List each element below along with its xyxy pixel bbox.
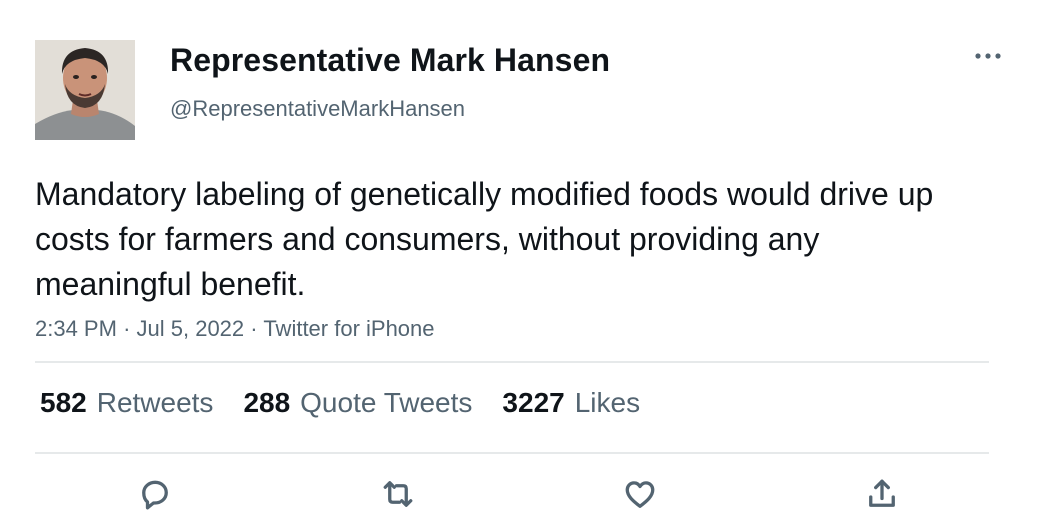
divider — [35, 361, 989, 363]
more-options-button[interactable] — [970, 42, 1006, 70]
divider — [35, 452, 989, 454]
display-name[interactable]: Representative Mark Hansen — [170, 42, 610, 79]
likes-count: 3227 — [502, 387, 565, 418]
meta-separator: · — [250, 316, 258, 341]
retweets-stat[interactable]: 582 Retweets — [40, 387, 213, 419]
retweet-icon — [383, 481, 413, 507]
tweet-time[interactable]: 2:34 PM — [35, 316, 117, 341]
reply-button[interactable] — [133, 472, 177, 516]
likes-label: Likes — [574, 387, 641, 418]
more-options-icon — [975, 53, 1001, 59]
likes-stat[interactable]: 3227 Likes — [502, 387, 640, 419]
tweet-source[interactable]: Twitter for iPhone — [263, 316, 434, 341]
quote-tweets-label: Quote Tweets — [300, 387, 473, 418]
engagement-stats: 582 Retweets 288 Quote Tweets 3227 Likes — [40, 387, 670, 419]
meta-separator: · — [123, 316, 131, 341]
heart-icon — [625, 481, 655, 508]
tweet-text: Mandatory labeling of genetically modifi… — [35, 176, 934, 302]
retweets-label: Retweets — [96, 387, 214, 418]
share-icon — [869, 479, 895, 507]
reply-icon — [142, 480, 168, 510]
user-handle[interactable]: @RepresentativeMarkHansen — [170, 96, 465, 122]
tweet-date[interactable]: Jul 5, 2022 — [137, 316, 245, 341]
quote-tweets-count: 288 — [243, 387, 291, 418]
tweet-card: Representative Mark Hansen @Representati… — [0, 0, 1050, 525]
profile-photo-icon — [35, 40, 135, 140]
retweets-count: 582 — [40, 387, 87, 418]
tweet-meta: 2:34 PM · Jul 5, 2022 · Twitter for iPho… — [35, 316, 435, 342]
quote-tweets-stat[interactable]: 288 Quote Tweets — [243, 387, 472, 419]
like-button[interactable] — [618, 472, 662, 516]
action-bar — [0, 472, 1050, 516]
retweet-button[interactable] — [376, 472, 420, 516]
avatar[interactable] — [35, 40, 135, 140]
share-button[interactable] — [860, 472, 904, 516]
